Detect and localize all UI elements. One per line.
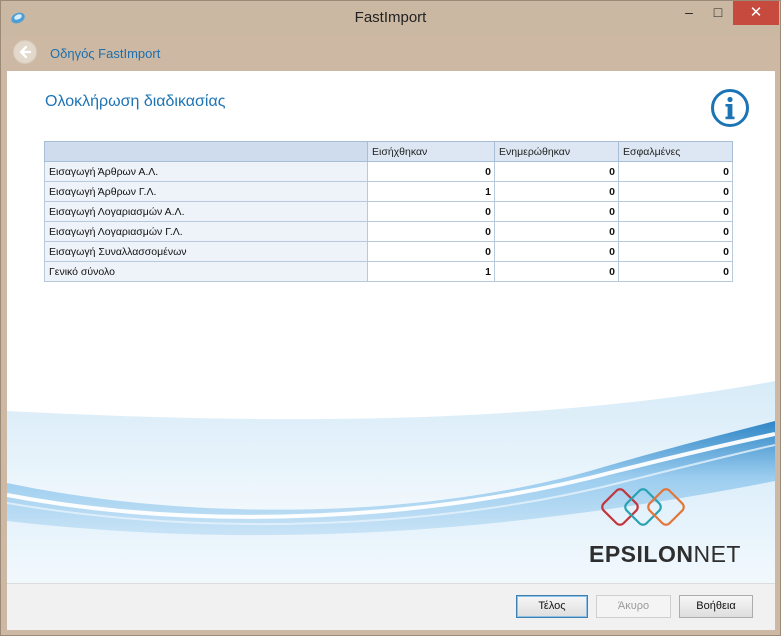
table-row[interactable]: Εισαγωγή Λογαριασμών Γ.Λ. 0 0 0 xyxy=(44,221,733,242)
help-button[interactable]: Βοήθεια xyxy=(679,595,753,618)
column-header-corner xyxy=(44,141,368,162)
column-header-inserted[interactable]: Εισήχθηκαν xyxy=(367,141,495,162)
title-bar[interactable]: FastImport – □ ✕ xyxy=(1,1,780,35)
updated-cell: 0 xyxy=(494,221,619,242)
footer-bar: Τέλος Άκυρο Βοήθεια xyxy=(7,583,775,630)
row-label: Γενικό σύνολο xyxy=(44,261,368,282)
updated-cell: 0 xyxy=(494,201,619,222)
window-title: FastImport xyxy=(354,9,427,26)
table-row[interactable]: Εισαγωγή Λογαριασμών Α.Λ. 0 0 0 xyxy=(44,201,733,222)
row-label: Εισαγωγή Λογαριασμών Γ.Λ. xyxy=(44,221,368,242)
inserted-cell: 1 xyxy=(367,261,495,282)
close-button[interactable]: ✕ xyxy=(733,1,779,25)
updated-cell: 0 xyxy=(494,241,619,262)
info-icon xyxy=(711,89,749,127)
inserted-cell: 0 xyxy=(367,201,495,222)
errors-cell: 0 xyxy=(618,241,733,262)
back-button[interactable] xyxy=(13,40,37,64)
back-arrow-icon xyxy=(19,45,32,59)
table-header-row: Εισήχθηκαν Ενημερώθηκαν Εσφαλμένες xyxy=(44,141,733,162)
content-panel: Ολοκλήρωση διαδικασίας Εισήχθηκαν Ενημερ… xyxy=(7,71,775,583)
logo-text-bold: EPSILON xyxy=(589,541,694,567)
column-header-errors[interactable]: Εσφαλμένες xyxy=(618,141,733,162)
row-label: Εισαγωγή Άρθρων Γ.Λ. xyxy=(44,181,368,202)
table-row[interactable]: Εισαγωγή Συναλλασσομένων 0 0 0 xyxy=(44,241,733,262)
minimize-button[interactable]: – xyxy=(676,1,702,25)
errors-cell: 0 xyxy=(618,181,733,202)
wizard-title: Οδηγός FastImport xyxy=(50,46,161,61)
errors-cell: 0 xyxy=(618,261,733,282)
table-row[interactable]: Εισαγωγή Άρθρων Γ.Λ. 1 0 0 xyxy=(44,181,733,202)
table-row[interactable]: Εισαγωγή Άρθρων Α.Λ. 0 0 0 xyxy=(44,161,733,182)
row-label: Εισαγωγή Συναλλασσομένων xyxy=(44,241,368,262)
inserted-cell: 1 xyxy=(367,181,495,202)
epsilonnet-logo-text: EPSILONNET xyxy=(589,541,741,568)
logo-text-light: NET xyxy=(693,541,741,567)
page-title: Ολοκλήρωση διαδικασίας xyxy=(45,93,226,110)
row-label: Εισαγωγή Άρθρων Α.Λ. xyxy=(44,161,368,182)
finish-button[interactable]: Τέλος xyxy=(516,595,588,618)
table-row-total[interactable]: Γενικό σύνολο 1 0 0 xyxy=(44,261,733,282)
errors-cell: 0 xyxy=(618,161,733,182)
inserted-cell: 0 xyxy=(367,241,495,262)
maximize-button[interactable]: □ xyxy=(705,1,731,25)
column-header-updated[interactable]: Ενημερώθηκαν xyxy=(494,141,619,162)
inserted-cell: 0 xyxy=(367,221,495,242)
results-table: Εισήχθηκαν Ενημερώθηκαν Εσφαλμένες Εισαγ… xyxy=(44,141,733,282)
epsilonnet-logo-icon xyxy=(601,488,685,526)
app-window: FastImport – □ ✕ Οδηγός FastImport Ολοκλ… xyxy=(0,0,781,636)
updated-cell: 0 xyxy=(494,261,619,282)
wizard-nav: Οδηγός FastImport xyxy=(1,35,780,71)
errors-cell: 0 xyxy=(618,201,733,222)
inserted-cell: 0 xyxy=(367,161,495,182)
cancel-button[interactable]: Άκυρο xyxy=(596,595,671,618)
updated-cell: 0 xyxy=(494,161,619,182)
updated-cell: 0 xyxy=(494,181,619,202)
errors-cell: 0 xyxy=(618,221,733,242)
row-label: Εισαγωγή Λογαριασμών Α.Λ. xyxy=(44,201,368,222)
